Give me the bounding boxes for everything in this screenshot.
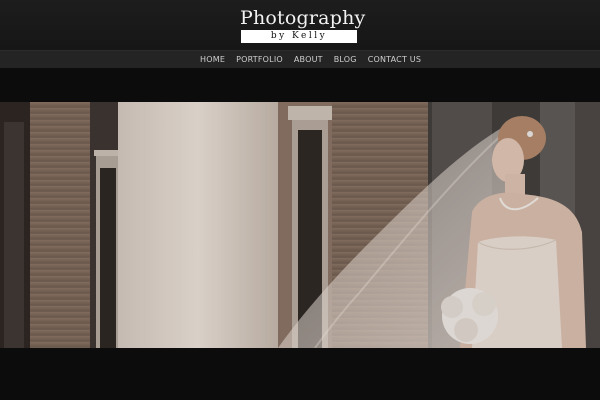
nav-item-about[interactable]: ABOUT	[294, 51, 323, 68]
hero-photo	[0, 102, 600, 348]
site-header: Photography by Kelly	[0, 0, 600, 50]
logo-title: Photography	[240, 7, 366, 29]
page: Photography by Kelly HOME PORTFOLIO ABOU…	[0, 0, 600, 400]
nav-item-contact-us[interactable]: CONTACT US	[368, 51, 421, 68]
main-nav: HOME PORTFOLIO ABOUT BLOG CONTACT US	[0, 50, 600, 68]
bride-with-veil-photo	[0, 102, 600, 348]
logo-subtitle: by Kelly	[241, 30, 357, 43]
nav-item-blog[interactable]: BLOG	[334, 51, 357, 68]
nav-item-portfolio[interactable]: PORTFOLIO	[236, 51, 283, 68]
nav-item-home[interactable]: HOME	[200, 51, 225, 68]
site-logo[interactable]: Photography by Kelly	[240, 7, 366, 45]
